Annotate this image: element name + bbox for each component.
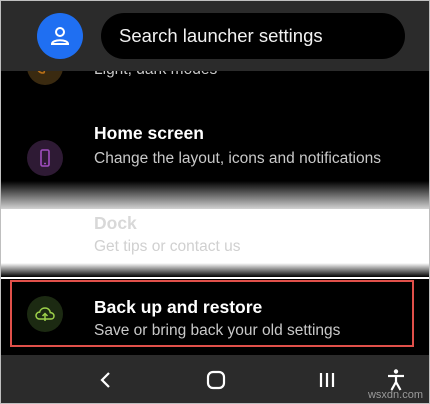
screen: Search launcher settings Light, dark mod…	[0, 0, 430, 404]
navigation-bar: wsxdn.com	[1, 355, 429, 403]
settings-list[interactable]: Light, dark modes Home screen Change the…	[1, 71, 429, 355]
back-icon	[100, 372, 110, 388]
phone-icon	[27, 140, 63, 176]
settings-item-subtitle: Light, dark modes	[94, 71, 414, 82]
account-button[interactable]	[37, 13, 83, 59]
settings-item-display[interactable]: Light, dark modes	[1, 71, 429, 111]
settings-item-subtitle: Change the layout, icons and notificatio…	[94, 150, 381, 167]
home-button[interactable]	[201, 365, 231, 395]
glare-overlay	[1, 263, 429, 277]
search-launcher-settings[interactable]: Search launcher settings	[101, 13, 405, 59]
settings-item-title: Home screen	[94, 123, 204, 143]
recents-button[interactable]	[312, 365, 342, 395]
settings-item-subtitle: Get tips or contact us	[94, 238, 241, 255]
search-label: Search launcher settings	[119, 25, 323, 46]
home-icon	[206, 370, 226, 390]
top-bar: Search launcher settings	[1, 1, 429, 71]
watermark: wsxdn.com	[367, 389, 423, 401]
highlight-box	[10, 280, 414, 347]
person-icon	[50, 27, 70, 45]
settings-item-title: Dock	[94, 213, 137, 233]
back-button[interactable]	[91, 365, 121, 395]
palette-icon	[27, 71, 63, 85]
recents-icon	[319, 373, 335, 387]
